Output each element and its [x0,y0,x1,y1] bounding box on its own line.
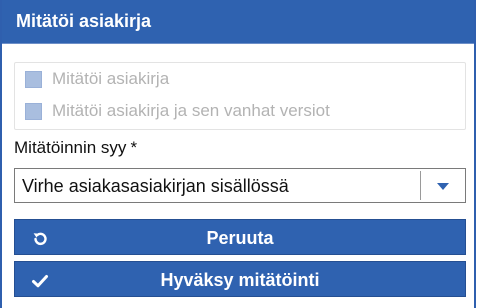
reason-selected-value: Virhe asiakasasiakirjan sisällössä [22,176,289,196]
void-document-dialog: Mitätöi asiakirja Mitätöi asiakirja Mitä… [0,0,476,308]
option-void-document[interactable]: Mitätöi asiakirja [25,67,169,91]
cancel-button-label: Peruuta [206,228,274,248]
option-label: Mitätöi asiakirja [52,69,170,88]
cancel-button[interactable]: Peruuta [14,219,466,255]
void-with-old-versions-checkbox[interactable] [25,102,42,120]
confirm-void-button[interactable]: Hyväksy mitätöinti [14,261,466,297]
confirm-button-label: Hyväksy mitätöinti [160,270,320,290]
required-mark: * [130,138,138,157]
dialog-title: Mitätöi asiakirja [16,11,152,31]
option-void-with-old-versions[interactable]: Mitätöi asiakirja ja sen vanhat versiot [25,99,330,123]
dialog-titlebar[interactable]: Mitätöi asiakirja [2,0,474,44]
reason-select[interactable]: Virhe asiakasasiakirjan sisällössä [14,168,466,203]
select-divider [420,171,421,200]
reason-label: Mitätöinnin syy * [14,138,137,158]
reason-label-text: Mitätöinnin syy [14,138,127,157]
chevron-down-icon[interactable] [437,183,449,190]
void-options-group: Mitätöi asiakirja Mitätöi asiakirja ja s… [14,62,466,130]
void-document-checkbox[interactable] [25,70,42,88]
option-label: Mitätöi asiakirja ja sen vanhat versiot [52,101,330,120]
